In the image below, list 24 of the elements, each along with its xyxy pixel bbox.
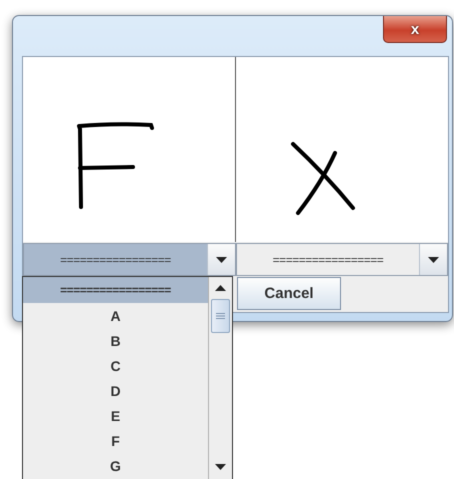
list-item[interactable]: C: [23, 353, 208, 378]
list-item[interactable]: E: [23, 403, 208, 428]
cancel-button[interactable]: Cancel: [237, 277, 341, 310]
combo-value: =================: [272, 252, 384, 268]
list-item[interactable]: =================: [23, 277, 208, 303]
dropdown-button[interactable]: [419, 244, 447, 275]
combo-box[interactable]: =================: [236, 243, 448, 276]
combo-value: =================: [59, 252, 172, 268]
scroll-thumb[interactable]: [211, 299, 230, 333]
drawing-canvas[interactable]: [23, 57, 236, 242]
down-arrow-icon: [215, 464, 226, 470]
down-arrow-icon: [428, 256, 439, 262]
grip-icon: [216, 313, 225, 319]
scrollbar[interactable]: [208, 277, 232, 479]
close-button[interactable]: x: [383, 16, 447, 43]
list-item[interactable]: G: [23, 453, 208, 478]
combo-box[interactable]: =================: [23, 243, 236, 276]
down-arrow-icon: [216, 256, 227, 262]
list-item[interactable]: B: [23, 328, 208, 353]
list-item[interactable]: A: [23, 303, 208, 328]
list-item[interactable]: D: [23, 378, 208, 403]
up-arrow-icon: [215, 285, 226, 291]
dropdown-button[interactable]: [207, 244, 235, 275]
list-item[interactable]: F: [23, 428, 208, 453]
